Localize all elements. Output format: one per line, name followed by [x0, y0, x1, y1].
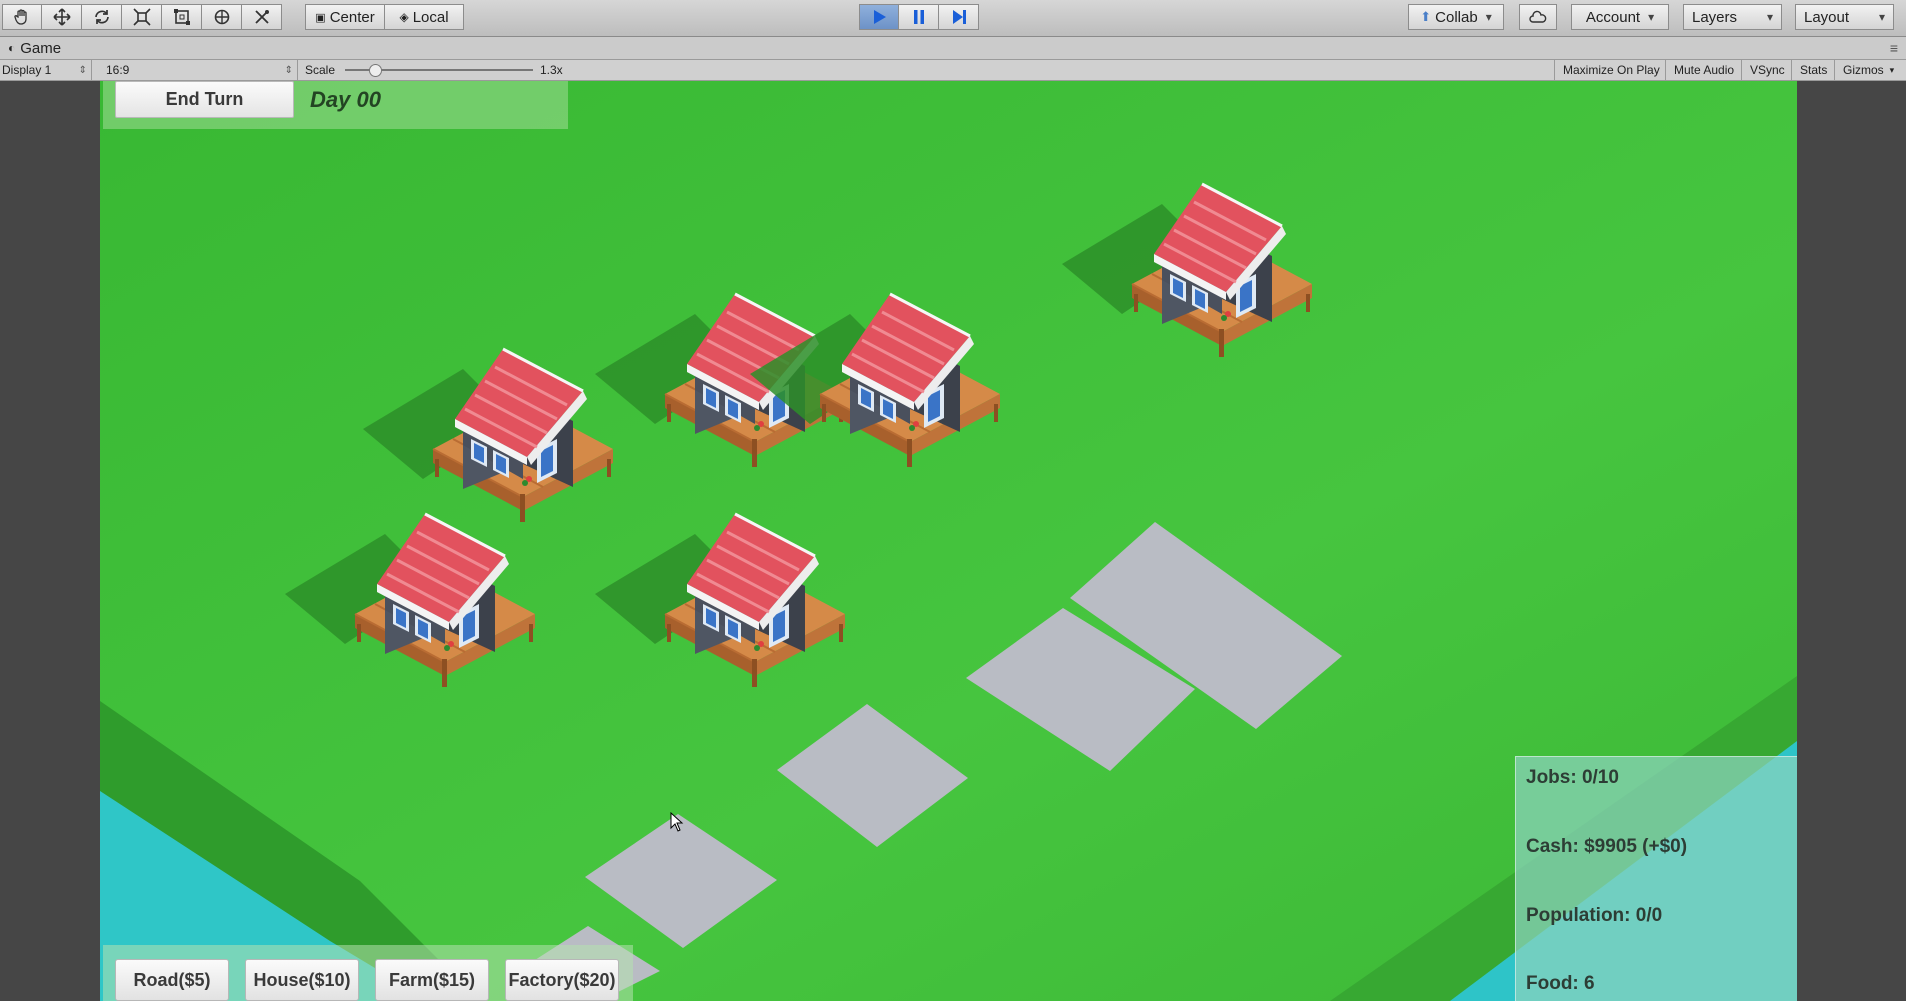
stats-panel: Jobs: 0/10 Cash: $9905 (+$0) Population:…: [1515, 756, 1797, 1001]
scale-tool-button[interactable]: [122, 4, 162, 30]
food-stat: Food: 6: [1526, 973, 1595, 994]
pivot-controls: ▣ Center ◈ Local: [305, 4, 464, 30]
layout-label: Layout: [1804, 8, 1850, 26]
scale-value: 1.3x: [540, 63, 563, 77]
mute-audio-toggle[interactable]: Mute Audio: [1665, 60, 1742, 80]
step-button[interactable]: [939, 4, 979, 30]
custom-tool-button[interactable]: [242, 4, 282, 30]
game-control-bar: Display 1 16:9 Scale 1.3x Maximize On Pl…: [0, 60, 1906, 81]
display-select[interactable]: Display 1: [0, 60, 92, 80]
collab-button[interactable]: ⬆ Collab: [1408, 4, 1504, 30]
pivot-center-button[interactable]: ▣ Center: [305, 4, 385, 30]
aspect-value: 16:9: [106, 63, 130, 77]
scale-slider-thumb[interactable]: [369, 64, 382, 77]
rect-transform-icon: [173, 9, 190, 25]
hand-tool-button[interactable]: [2, 4, 42, 30]
layers-dropdown[interactable]: Layers: [1683, 4, 1782, 30]
pivot-icon: ▣: [315, 11, 326, 24]
pivot-local-button[interactable]: ◈ Local: [385, 4, 464, 30]
scale-slider[interactable]: [345, 60, 533, 80]
day-counter: Day 00: [310, 87, 381, 112]
gizmos-dropdown[interactable]: Gizmos ▾: [1834, 60, 1906, 80]
play-controls: [859, 4, 979, 30]
jobs-stat: Jobs: 0/10: [1526, 767, 1619, 788]
collab-icon: ⬆: [1420, 9, 1432, 24]
pause-button[interactable]: [899, 4, 939, 30]
display-value: Display 1: [2, 63, 52, 77]
account-group: Account: [1571, 4, 1669, 30]
layers-label: Layers: [1692, 8, 1738, 26]
game-view[interactable]: End Turn Day 00 Road($5) House($10) Farm…: [100, 81, 1797, 1001]
cloud-button[interactable]: [1519, 4, 1557, 30]
maximize-on-play-toggle[interactable]: Maximize On Play: [1554, 60, 1668, 80]
tab-menu-icon[interactable]: ≡: [1890, 40, 1898, 56]
stats-toggle[interactable]: Stats: [1791, 60, 1835, 80]
play-icon: [874, 10, 886, 24]
cash-stat: Cash: $9905 (+$0): [1526, 836, 1688, 857]
cube-icon: ◈: [399, 10, 409, 24]
build-road-button[interactable]: Road($5): [115, 959, 229, 1001]
account-label: Account: [1585, 8, 1641, 26]
pivot-label: Center: [329, 8, 375, 26]
layout-group: Layout: [1795, 4, 1894, 30]
aspect-select[interactable]: 16:9: [100, 60, 298, 80]
end-turn-button[interactable]: End Turn: [115, 81, 294, 118]
unity-toolbar: ▣ Center ◈ Local ⬆ Collab Account: [0, 0, 1906, 37]
collab-label: Collab: [1435, 8, 1478, 26]
tools-icon: [254, 10, 269, 24]
play-button[interactable]: [859, 4, 899, 30]
transform-tool-button[interactable]: [202, 4, 242, 30]
cloud-group: [1519, 4, 1557, 30]
hand-icon: [14, 9, 27, 25]
game-tab[interactable]: ◐ Game: [0, 37, 69, 59]
account-dropdown[interactable]: Account: [1571, 4, 1669, 30]
rect-tool-button[interactable]: [162, 4, 202, 30]
move-icon: [52, 8, 71, 26]
scale-icon: [132, 8, 151, 26]
layers-group: Layers: [1683, 4, 1782, 30]
game-tab-icon: ◐: [8, 41, 16, 55]
scale-label: Scale: [305, 63, 336, 77]
game-tab-bar: ◐ Game ≡: [0, 37, 1906, 60]
build-factory-button[interactable]: Factory($20): [505, 959, 619, 1001]
build-farm-button[interactable]: Farm($15): [375, 959, 489, 1001]
transform-tools: [2, 4, 282, 30]
rotate-tool-button[interactable]: [82, 4, 122, 30]
population-stat: Population: 0/0: [1526, 905, 1663, 926]
gizmos-label: Gizmos: [1843, 63, 1884, 77]
layout-dropdown[interactable]: Layout: [1795, 4, 1894, 30]
mouse-cursor-icon: [670, 812, 684, 832]
move-tool-button[interactable]: [42, 4, 82, 30]
transform-icon: [214, 9, 229, 25]
step-icon: [952, 10, 966, 24]
collab-group: ⬆ Collab: [1408, 4, 1504, 30]
rotate-icon: [94, 10, 109, 24]
game-tab-label: Game: [20, 39, 62, 57]
cloud-icon: [1529, 10, 1547, 23]
vsync-toggle[interactable]: VSync: [1741, 60, 1793, 80]
chevron-down-icon: ▾: [1889, 64, 1895, 75]
build-house-button[interactable]: House($10): [245, 959, 359, 1001]
space-label: Local: [412, 8, 449, 26]
pause-icon: [913, 10, 924, 24]
